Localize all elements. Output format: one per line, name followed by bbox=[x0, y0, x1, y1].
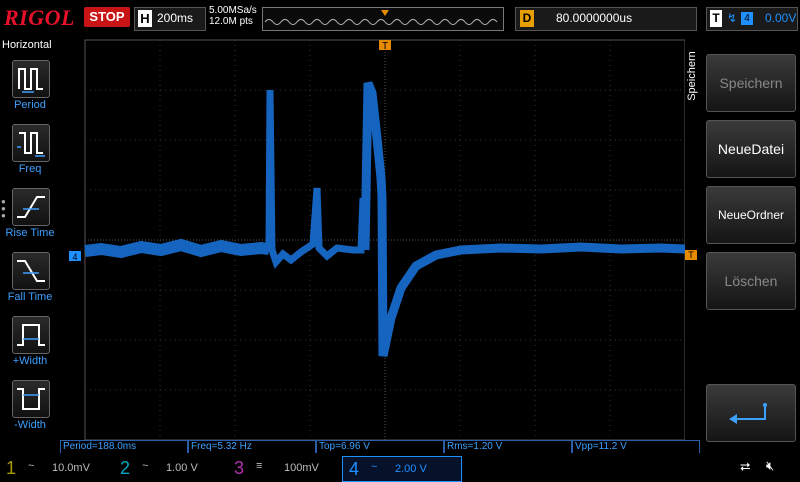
channel-4-status[interactable]: 4 ~ 2.00 V bbox=[342, 456, 462, 482]
fall-time-button[interactable] bbox=[12, 252, 50, 290]
speichern-button[interactable]: Speichern bbox=[706, 54, 796, 112]
memory-trigger-marker bbox=[381, 10, 389, 16]
plus-width-button[interactable] bbox=[12, 316, 50, 354]
rise-time-icon bbox=[17, 196, 45, 218]
memory-depth: 12.0M pts bbox=[209, 16, 253, 27]
trigger-marker-letter: T bbox=[382, 41, 388, 52]
channel-3-scale: 100mV bbox=[284, 462, 319, 474]
soft-menu-panel: Speichern Speichern NeueDatei NeueOrdner… bbox=[686, 38, 800, 442]
freq-label: Freq bbox=[18, 163, 42, 175]
freq-icon bbox=[17, 132, 45, 157]
freq-measurement: Freq=5.32 Hz bbox=[188, 440, 316, 454]
channel-1-scale: 10.0mV bbox=[52, 462, 90, 474]
trigger-label: T bbox=[710, 10, 722, 27]
usb-icon: ⮂ bbox=[740, 459, 751, 474]
horizontal-label: H bbox=[138, 10, 152, 27]
panel-title: Horizontal bbox=[2, 39, 52, 51]
channel-1-number: 1 bbox=[6, 458, 17, 478]
fall-time-icon bbox=[17, 260, 45, 282]
memory-waveform-preview bbox=[264, 10, 498, 25]
channel-4-coupling: ~ bbox=[371, 461, 378, 473]
minus-width-label: -Width bbox=[14, 419, 46, 431]
menu-title: Speichern bbox=[686, 51, 698, 101]
measurement-results-bar: Period=188.0ms Freq=5.32 Hz Top=6.96 V R… bbox=[60, 440, 700, 454]
channel-4-scale: 2.00 V bbox=[395, 463, 427, 475]
sample-rate: 5.00MSa/s bbox=[209, 5, 257, 16]
delay-box[interactable]: D 80.0000000us bbox=[515, 7, 697, 31]
fall-time-label: Fall Time bbox=[7, 291, 53, 303]
minus-width-icon bbox=[17, 388, 45, 410]
speichern-label: Speichern bbox=[719, 75, 783, 91]
channel-2-scale: 1.00 V bbox=[166, 462, 198, 474]
neue-ordner-button[interactable]: NeueOrdner bbox=[706, 186, 796, 244]
horizontal-timebase-box[interactable]: H 200ms bbox=[134, 7, 206, 31]
channel-2-number: 2 bbox=[120, 458, 131, 478]
channel-3-number: 3 bbox=[234, 458, 245, 478]
period-button[interactable] bbox=[12, 60, 50, 98]
memory-position-bar[interactable] bbox=[262, 7, 504, 31]
menu-title-tab: Speichern bbox=[682, 38, 702, 118]
minus-width-button[interactable] bbox=[12, 380, 50, 418]
vpp-measurement: Vpp=11.2 V bbox=[572, 440, 700, 454]
sound-muted-icon[interactable]: 🔇︎ bbox=[766, 458, 774, 474]
trigger-level-flag[interactable]: T bbox=[685, 250, 697, 260]
timebase-value: 200ms bbox=[157, 11, 194, 25]
period-measurement: Period=188.0ms bbox=[60, 440, 188, 454]
channel-2-status[interactable]: 2 ~ 1.00 V bbox=[114, 456, 224, 480]
period-label: Period bbox=[14, 99, 46, 111]
rise-time-button[interactable] bbox=[12, 188, 50, 226]
rising-edge-icon: ↯ bbox=[727, 11, 738, 25]
rise-time-label: Rise Time bbox=[5, 227, 55, 239]
channel-4-offset-marker[interactable]: 4 bbox=[69, 251, 81, 262]
return-button[interactable] bbox=[706, 384, 796, 442]
return-arrow-icon bbox=[729, 403, 767, 424]
top-measurement: Top=6.96 V bbox=[316, 440, 444, 454]
rms-measurement: Rms=1.20 V bbox=[444, 440, 572, 454]
rigol-logo: RIGOL bbox=[4, 5, 75, 30]
plus-width-icon bbox=[17, 324, 45, 346]
waveform-display[interactable]: T 4 T bbox=[61, 38, 697, 441]
delay-label: D bbox=[520, 10, 534, 27]
freq-button[interactable] bbox=[12, 124, 50, 162]
trigger-source: 4 bbox=[741, 12, 753, 25]
measure-side-panel: Horizontal Period Freq ● ● ● Rise Time Fal… bbox=[0, 38, 60, 440]
plus-width-label: +Width bbox=[12, 355, 48, 367]
trigger-box[interactable]: T ↯ 4 0.00V bbox=[706, 7, 798, 31]
channel-1-status[interactable]: 1 ~ 10.0mV bbox=[0, 456, 110, 480]
page-indicator-dots: ● ● ● bbox=[1, 197, 6, 220]
trigger-level: 0.00V bbox=[765, 11, 797, 25]
run-stop-status[interactable]: STOP bbox=[84, 7, 130, 27]
loeschen-label: Löschen bbox=[724, 273, 778, 289]
neue-ordner-label: NeueOrdner bbox=[717, 208, 785, 222]
neue-datei-label: NeueDatei bbox=[717, 141, 785, 157]
channel-status-bar: 1 ~ 10.0mV 2 ~ 1.00 V 3 ≡ 100mV 4 ~ 2.00… bbox=[0, 453, 800, 482]
waveform-grid-svg: T 4 bbox=[69, 39, 686, 441]
channel-3-status[interactable]: 3 ≡ 100mV bbox=[228, 456, 338, 480]
channel-4-number: 4 bbox=[349, 459, 360, 479]
period-icon bbox=[18, 68, 43, 93]
channel-1-coupling: ~ bbox=[28, 460, 35, 472]
loeschen-button[interactable]: Löschen bbox=[706, 252, 796, 310]
top-status-bar: RIGOL STOP H 200ms 5.00MSa/s 12.0M pts D… bbox=[0, 0, 800, 36]
delay-value: 80.0000000us bbox=[556, 11, 633, 25]
channel-4-marker-label: 4 bbox=[72, 252, 77, 262]
channel-2-coupling: ~ bbox=[142, 460, 149, 472]
acquisition-info: 5.00MSa/s 12.0M pts bbox=[209, 5, 257, 27]
neue-datei-button[interactable]: NeueDatei bbox=[706, 120, 796, 178]
channel-3-coupling: ≡ bbox=[256, 460, 263, 472]
